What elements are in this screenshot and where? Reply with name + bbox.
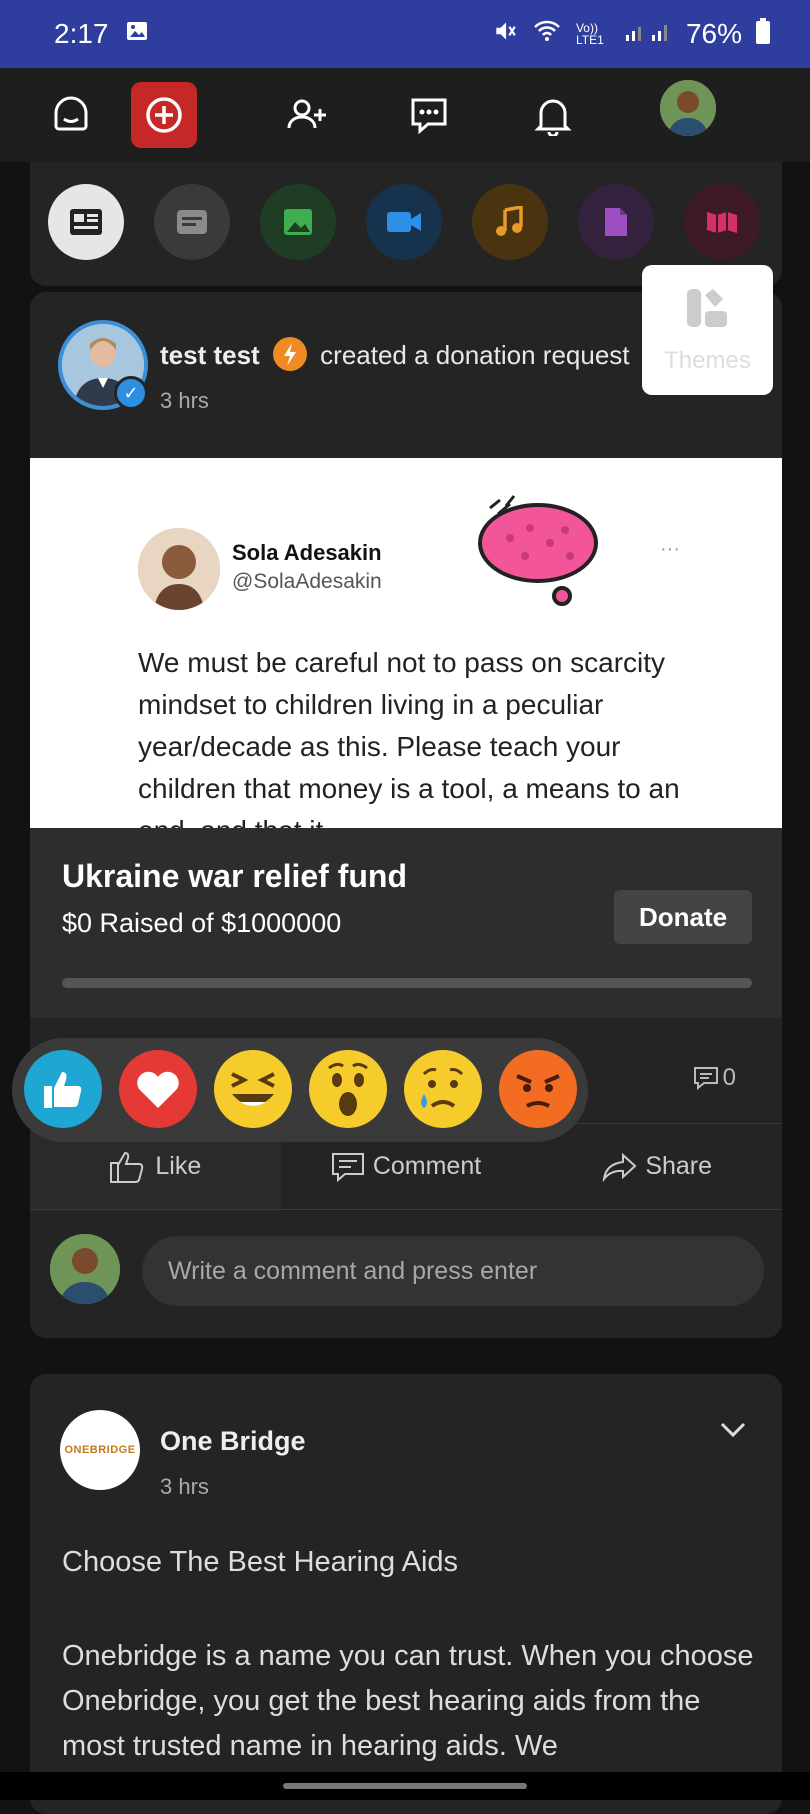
org-author-name[interactable]: One Bridge [160, 1426, 306, 1457]
share-button[interactable]: Share [531, 1124, 782, 1209]
wifi-icon [532, 18, 562, 51]
post-type-news-button[interactable] [48, 184, 124, 260]
post-type-text-button[interactable] [154, 184, 230, 260]
org-post-timestamp: 3 hrs [160, 1474, 209, 1499]
comment-count[interactable]: 0 [693, 1064, 736, 1092]
reactions-popup [12, 1038, 588, 1142]
comment-count-value: 0 [722, 1064, 736, 1091]
verified-badge-icon: ✓ [114, 376, 148, 410]
signal-icon [624, 18, 672, 50]
like-reaction-icon[interactable] [24, 1050, 102, 1128]
lightning-bolt-icon [272, 337, 307, 372]
themes-label: Themes [664, 347, 751, 374]
notifications-bell-button[interactable] [520, 82, 586, 148]
post-type-map-button[interactable] [684, 184, 760, 260]
onebridge-post-card: ONEBRIDGE One Bridge 3 hrs Choose The Be… [30, 1374, 782, 1814]
network-label: Vo)) LTE1 [575, 21, 604, 47]
messages-button[interactable] [396, 82, 462, 148]
post-body: Onebridge is a name you can trust. When … [62, 1640, 754, 1762]
chevron-down-icon[interactable] [720, 1422, 746, 1443]
post-image[interactable]: Sola Adesakin @SolaAdesakin ··· We must … [30, 458, 782, 828]
tweet-author-handle: @SolaAdesakin [232, 570, 382, 593]
author-name[interactable]: test test [160, 340, 260, 370]
current-user-avatar [50, 1234, 120, 1304]
mute-icon [492, 18, 518, 51]
gallery-notification-icon [125, 18, 149, 50]
wow-reaction-icon[interactable] [309, 1050, 387, 1128]
tweet-author-name: Sola Adesakin [232, 540, 382, 565]
angry-reaction-icon[interactable] [499, 1050, 577, 1128]
themes-popup[interactable]: Themes [642, 265, 773, 395]
battery-icon [756, 17, 770, 51]
sad-reaction-icon[interactable] [404, 1050, 482, 1128]
system-nav-bar [0, 1772, 810, 1800]
post-timestamp: 3 hrs [160, 388, 209, 413]
share-label: Share [645, 1152, 713, 1180]
tweet-author-avatar [138, 528, 220, 610]
comment-composer [30, 1212, 782, 1336]
onebridge-logo[interactable]: ONEBRIDGE [60, 1410, 140, 1490]
themes-icon [685, 287, 731, 336]
tweet-more-icon: ··· [660, 538, 680, 560]
post-type-video-button[interactable] [366, 184, 442, 260]
donation-progress-bar [62, 978, 752, 988]
post-header: test test created a donation request [160, 337, 630, 374]
donation-title: Ukraine war relief fund [62, 858, 407, 894]
post-title: Choose The Best Hearing Aids [62, 1546, 459, 1578]
haha-reaction-icon[interactable] [214, 1050, 292, 1128]
home-gesture-pill[interactable] [283, 1783, 527, 1789]
post-action-text: created a donation request [320, 340, 630, 370]
donation-post-card: ✓ test test created a donation request 3… [30, 292, 782, 1338]
battery-percent: 76% [685, 18, 742, 49]
top-navigation [0, 68, 810, 162]
post-type-image-button[interactable] [260, 184, 336, 260]
create-post-button[interactable] [131, 82, 197, 148]
brain-sticker-icon [470, 488, 610, 613]
add-friend-button[interactable] [274, 82, 340, 148]
love-reaction-icon[interactable] [119, 1050, 197, 1128]
donate-button[interactable]: Donate [614, 890, 752, 944]
donation-panel: Ukraine war relief fund $0 Raised of $10… [30, 828, 782, 1018]
post-type-audio-button[interactable] [472, 184, 548, 260]
status-time: 2:17 [54, 18, 109, 49]
home-feed-button[interactable] [38, 82, 104, 148]
like-label: Like [155, 1152, 202, 1180]
profile-avatar-button[interactable] [660, 80, 716, 136]
post-type-file-button[interactable] [578, 184, 654, 260]
tweet-text: We must be careful not to pass on scarci… [138, 647, 680, 828]
status-bar: 2:17 Vo)) LTE1 76% [0, 0, 810, 68]
comment-input[interactable] [142, 1236, 764, 1306]
comment-label: Comment [372, 1152, 482, 1180]
donation-raised-amount: $0 Raised of $1000000 [62, 908, 342, 938]
